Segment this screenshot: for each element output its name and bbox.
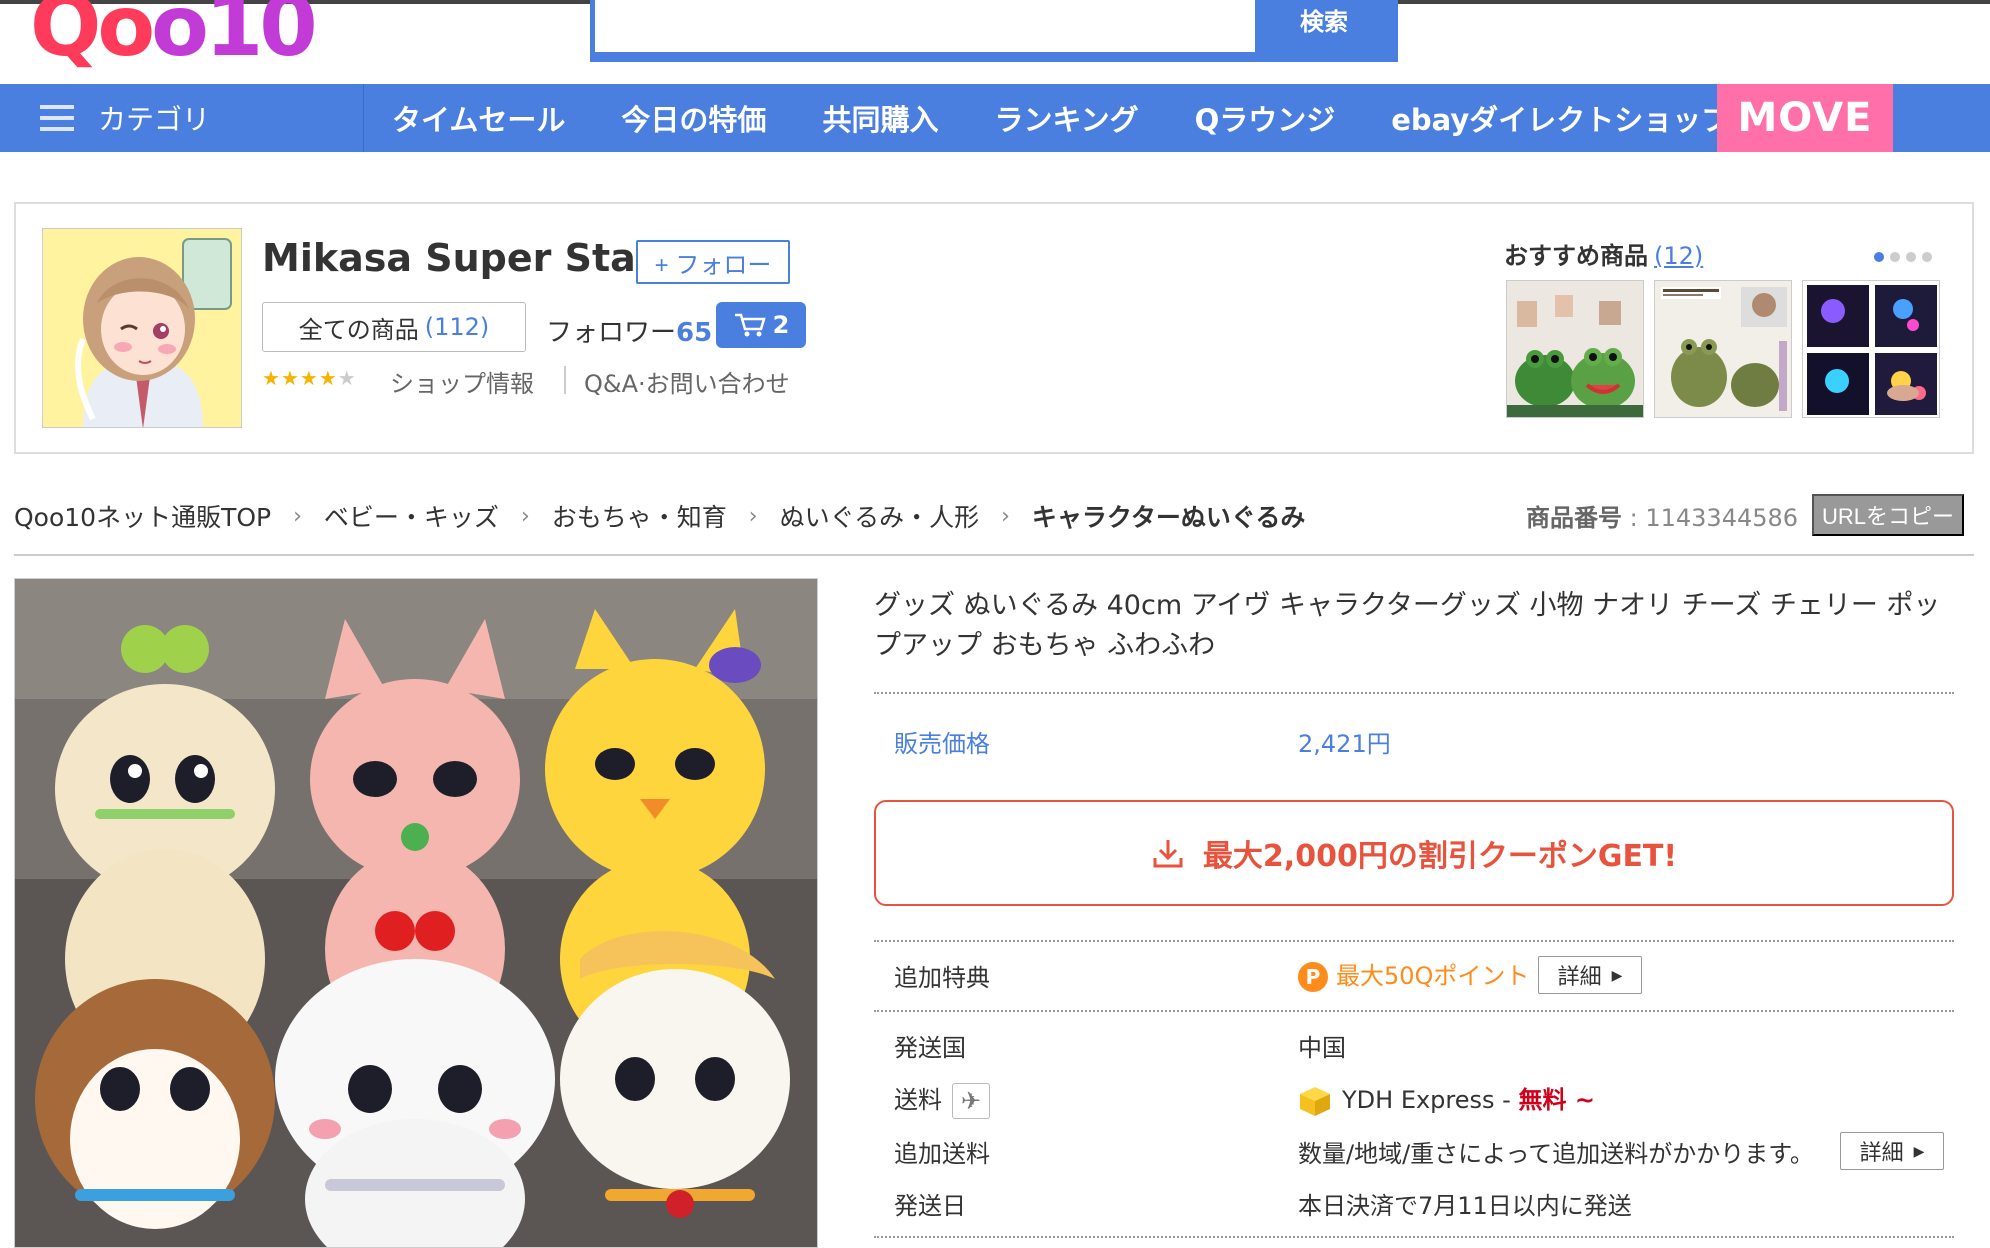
category-menu-button[interactable]: カテゴリ [0,84,364,152]
price-label: 販売価格 [894,730,990,758]
breadcrumb-toys[interactable]: おもちゃ・知育 [552,498,727,534]
follow-button[interactable]: + フォロー [636,240,790,284]
bonus-label: 追加特典 [894,964,990,992]
ship-date-label: 発送日 [894,1192,966,1220]
product-number-label: 商品番号 [1526,504,1622,532]
product-number-value: 1143344586 [1645,504,1799,532]
breadcrumb: Qoo10ネット通販TOP › ベビー・キッズ › おもちゃ・知育 › ぬいぐる… [14,498,1305,534]
shipping-carrier: YDH Express - [1342,1086,1511,1114]
product-title: グッズ ぬいぐるみ 40cm アイヴ キャラクターグッズ 小物 ナオリ チーズ … [874,590,1941,661]
shop-rating-stars: ★ ★ ★ ★ ★ [262,368,356,388]
followers-label: フォロワー [546,318,677,348]
dotted-divider [874,692,1954,694]
price-value: 2,421円 [1298,730,1391,758]
recommend-thumb-light-toy[interactable] [1802,280,1940,418]
star-icon: ★ [280,366,299,390]
category-label: カテゴリ [98,103,211,136]
star-icon: ★ [318,366,337,390]
product-main-image[interactable] [14,578,818,1248]
dotted-divider [874,1236,1954,1238]
shipping-free: 無料 ~ [1518,1086,1595,1114]
nav-item-qlounge[interactable]: Qラウンジ [1167,84,1364,152]
copy-url-button[interactable]: URLをコピー [1812,494,1964,536]
recommend-count-link[interactable]: (12) [1654,242,1703,270]
nav-item-timesale[interactable]: タイムセール [364,84,593,152]
recommend-thumb-frog-plush[interactable] [1506,280,1644,418]
shipping-label: 送料 ✈ [894,1080,990,1119]
nav-item-today-deal[interactable]: 今日の特価 [593,84,794,152]
ship-date-value: 本日決済で7月11日以内に発送 [1298,1192,1632,1220]
coupon-button[interactable]: 最大2,000円の割引クーポンGET! [874,800,1954,906]
package-icon [1300,1087,1330,1116]
star-icon: ★ [262,366,280,390]
breadcrumb-character-plush[interactable]: キャラクターぬいぐるみ [1032,498,1306,534]
caret-right-icon: ▶ [1611,966,1623,983]
star-icon: ★ [299,366,318,390]
search-button[interactable]: 検索 [1255,0,1393,52]
shop-avatar[interactable] [42,228,242,428]
bonus-value: P 最大50Qポイント [1298,956,1529,992]
followers: フォロワー65 [546,312,712,349]
main-nav: カテゴリ タイムセール 今日の特価 共同購入 ランキング Qラウンジ ebayダ… [0,84,1990,152]
caret-right-icon: ▶ [1913,1142,1925,1159]
ship-country-value: 中国 [1298,1034,1346,1062]
chevron-right-icon: › [293,503,302,529]
detail-label: 詳細 [1557,964,1602,989]
extra-shipping-detail-button[interactable]: 詳細 ▶ [1840,1132,1944,1170]
chevron-right-icon: › [520,503,530,529]
all-items-label: 全ての商品 [298,315,419,344]
shop-profile: Mikasa Super Star + フォロー 全ての商品 (112) フォロ… [14,202,1974,454]
dotted-divider [874,1010,1954,1012]
nav-item-ebay-direct[interactable]: ebayダイレクトショップ [1363,84,1758,152]
cart-icon [734,313,766,337]
download-icon [1153,840,1183,868]
extra-shipping-label: 追加送料 [894,1140,990,1168]
breadcrumb-top[interactable]: Qoo10ネット通販TOP [14,498,271,534]
breadcrumb-baby-kids[interactable]: ベビー・キッズ [324,498,499,534]
point-icon: P [1298,962,1328,992]
all-items-button[interactable]: 全ての商品 (112) [262,302,526,352]
cart-button[interactable]: 2 [716,302,806,348]
nav-item-ranking[interactable]: ランキング [966,84,1166,152]
carousel-dot[interactable] [1906,252,1916,262]
coupon-label: 最大2,000円の割引クーポンGET! [1202,839,1678,874]
recommend-label: おすすめ商品 [1504,242,1648,270]
carousel-dots [1874,252,1932,262]
chevron-right-icon: › [1001,503,1010,529]
ship-country-label: 発送国 [894,1034,966,1062]
bonus-detail-button[interactable]: 詳細 ▶ [1538,956,1642,994]
chevron-right-icon: › [748,503,758,529]
move-button[interactable]: MOVE [1717,84,1893,152]
divider [14,554,1974,556]
detail-label: 詳細 [1859,1140,1904,1165]
recommend-title: おすすめ商品 (12) [1504,236,1703,271]
breadcrumb-plush-dolls[interactable]: ぬいぐるみ・人形 [780,498,980,534]
airplane-icon: ✈ [952,1083,990,1119]
nav-item-group-buy[interactable]: 共同購入 [794,84,966,152]
search-bar: 検索 [590,0,1398,62]
shop-qa-link[interactable]: Q&A·お問い合わせ [584,364,790,399]
shipping-label-text: 送料 [894,1086,942,1114]
shop-info-link[interactable]: ショップ情報 [390,364,534,399]
followers-count: 65 [676,318,713,348]
extra-shipping-value: 数量/地域/重さによって追加送料がかかります。 [1298,1140,1814,1168]
cart-count: 2 [772,311,790,339]
star-empty-icon: ★ [337,366,356,390]
dotted-divider [874,940,1954,942]
recommend-thumb-frog-keychain[interactable] [1654,280,1792,418]
all-items-count: (112) [424,313,490,341]
carousel-dot[interactable] [1890,252,1900,262]
product-number: 商品番号 : 1143344586 [1526,504,1799,532]
divider [564,366,566,394]
hamburger-icon [40,105,74,131]
shipping-value: YDH Express - 無料 ~ [1298,1080,1595,1117]
qoo10-logo[interactable]: Qo o 10 [30,0,318,68]
shop-name[interactable]: Mikasa Super Star [262,236,655,280]
carousel-dot[interactable] [1874,252,1884,262]
points-text: 最大50Qポイント [1336,962,1530,990]
search-input[interactable] [595,0,1255,52]
carousel-dot[interactable] [1922,252,1932,262]
